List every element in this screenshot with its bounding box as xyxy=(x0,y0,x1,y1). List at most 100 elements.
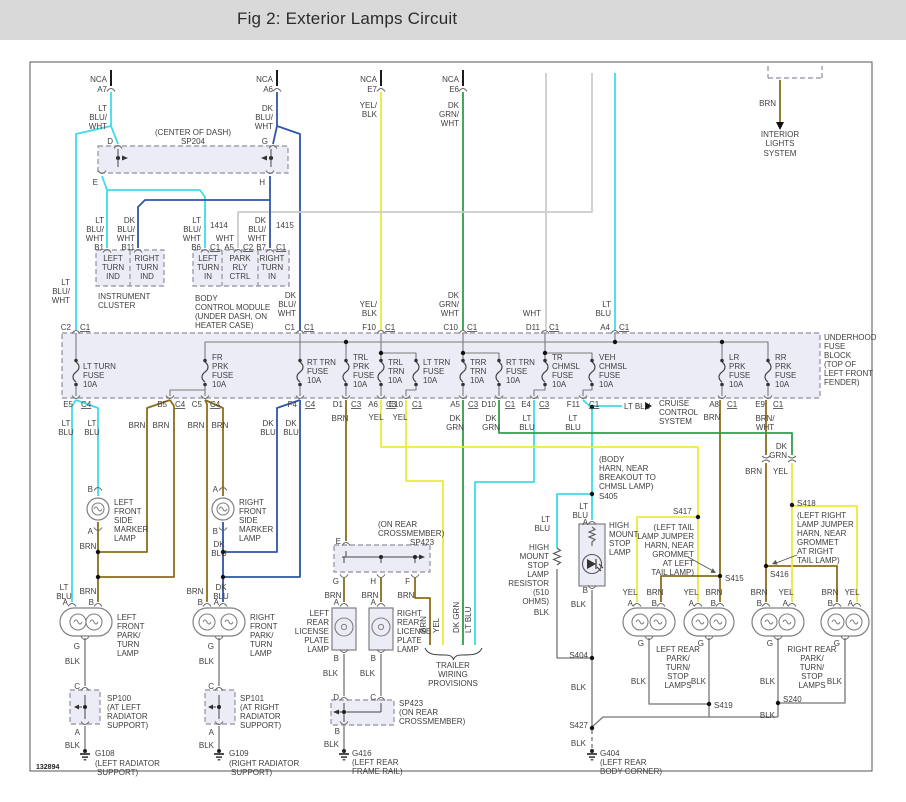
label: CROSSMEMBER) xyxy=(399,717,466,726)
label: A xyxy=(75,728,81,737)
label: B xyxy=(213,527,218,536)
label: C1 xyxy=(549,323,560,332)
label: (LEFT REAR xyxy=(352,758,399,767)
label: LT xyxy=(60,583,69,592)
label: E7 xyxy=(367,85,377,94)
label: SUPPORT) xyxy=(107,721,149,730)
label: (LEFT RADIATOR xyxy=(95,759,160,768)
label: HIGH xyxy=(529,543,549,552)
label: LAMP JUMPER xyxy=(797,520,854,529)
label: RADIATOR xyxy=(107,712,148,721)
splice-dot xyxy=(379,555,383,559)
label: VEH xyxy=(599,353,616,362)
label: LIGHTS xyxy=(766,139,795,148)
label: A xyxy=(88,527,94,536)
label: E5 xyxy=(63,400,73,409)
label: DK xyxy=(255,216,267,225)
ground-g416 xyxy=(339,753,349,755)
label: C3 xyxy=(468,400,479,409)
label: S419 xyxy=(714,701,733,710)
fuse-terminal-dot xyxy=(543,358,547,363)
label: PROVISIONS xyxy=(428,679,478,688)
junction-dot xyxy=(343,339,349,345)
label: DK xyxy=(124,216,136,225)
label: F4 xyxy=(288,400,298,409)
label: G xyxy=(333,577,339,586)
label: B xyxy=(652,599,657,608)
label: TRR xyxy=(470,358,487,367)
label: PARK/ xyxy=(666,654,690,663)
label: D xyxy=(333,693,339,702)
junction-dot xyxy=(589,655,595,661)
fuse-terminal-dot xyxy=(590,382,594,387)
label: BLU/ xyxy=(52,287,71,296)
fuse-terminal-dot xyxy=(298,382,302,387)
label: TRL xyxy=(353,353,369,362)
label: B xyxy=(334,654,339,663)
label: B xyxy=(198,598,203,607)
label: A5 xyxy=(450,400,460,409)
label: B1 xyxy=(94,243,104,252)
label: BLK xyxy=(760,711,776,720)
ground-g108 xyxy=(80,753,90,755)
label: A xyxy=(628,599,634,608)
label: YEL/ xyxy=(360,300,378,309)
label: WHT xyxy=(117,234,135,243)
label: RIGHT xyxy=(260,254,285,263)
label: BLK xyxy=(571,600,587,609)
label: A8 xyxy=(709,400,719,409)
label: A4 xyxy=(600,323,610,332)
label: SUPPORT) xyxy=(97,768,139,777)
label: S416 xyxy=(770,570,789,579)
label: WHT xyxy=(441,309,459,318)
label: E xyxy=(93,178,98,187)
label: PRK xyxy=(353,362,370,371)
junction-dot xyxy=(775,700,781,706)
label: AT RIGHT xyxy=(797,547,834,556)
ground-g109-dot xyxy=(217,749,221,753)
fuse-terminal-dot xyxy=(414,358,418,363)
label: (UNDER DASH, ON xyxy=(195,312,267,321)
label: LAMPS xyxy=(798,681,825,690)
label: STOP xyxy=(801,672,823,681)
label: BODY CORNER) xyxy=(600,767,662,776)
junction-dot xyxy=(589,725,595,731)
label: GRN xyxy=(482,423,500,432)
label: DK xyxy=(485,414,497,423)
label: DK xyxy=(262,419,274,428)
fuse-terminal-dot xyxy=(497,358,501,363)
label: S404 xyxy=(569,651,588,660)
splice-dot xyxy=(342,710,346,714)
label: FRONT xyxy=(117,622,145,631)
label: BRN xyxy=(80,587,97,596)
label: A xyxy=(848,599,854,608)
label: (ON REAR xyxy=(378,520,417,529)
label: BLU/ xyxy=(86,225,105,234)
label: SP423 xyxy=(410,538,435,547)
label: CLUSTER xyxy=(98,301,136,310)
label: REAR xyxy=(307,618,329,627)
label: BRN xyxy=(188,421,205,430)
ground-g108-dot xyxy=(83,749,87,753)
label: G416 xyxy=(352,749,372,758)
label: 10A xyxy=(552,380,567,389)
label: MARKER xyxy=(114,525,148,534)
label: PRK xyxy=(212,362,229,371)
label: YEL xyxy=(432,617,441,633)
label: TRAILER xyxy=(436,661,470,670)
label: BLK xyxy=(571,739,587,748)
label: C1 xyxy=(619,323,630,332)
label: NCA xyxy=(360,75,378,84)
label: BLU xyxy=(283,428,299,437)
label: RIGHT REAR xyxy=(787,645,836,654)
label: A5 xyxy=(224,243,234,252)
label: RR xyxy=(775,353,787,362)
ground-g416 xyxy=(342,759,346,761)
label: (AT RIGHT xyxy=(240,703,279,712)
label: LT BLU xyxy=(624,402,651,411)
label: BLK xyxy=(362,110,378,119)
label: CHMSL LAMP) xyxy=(599,482,654,491)
label: CONTROL xyxy=(659,408,699,417)
label: SP101 xyxy=(240,694,265,703)
label: A xyxy=(214,598,220,607)
